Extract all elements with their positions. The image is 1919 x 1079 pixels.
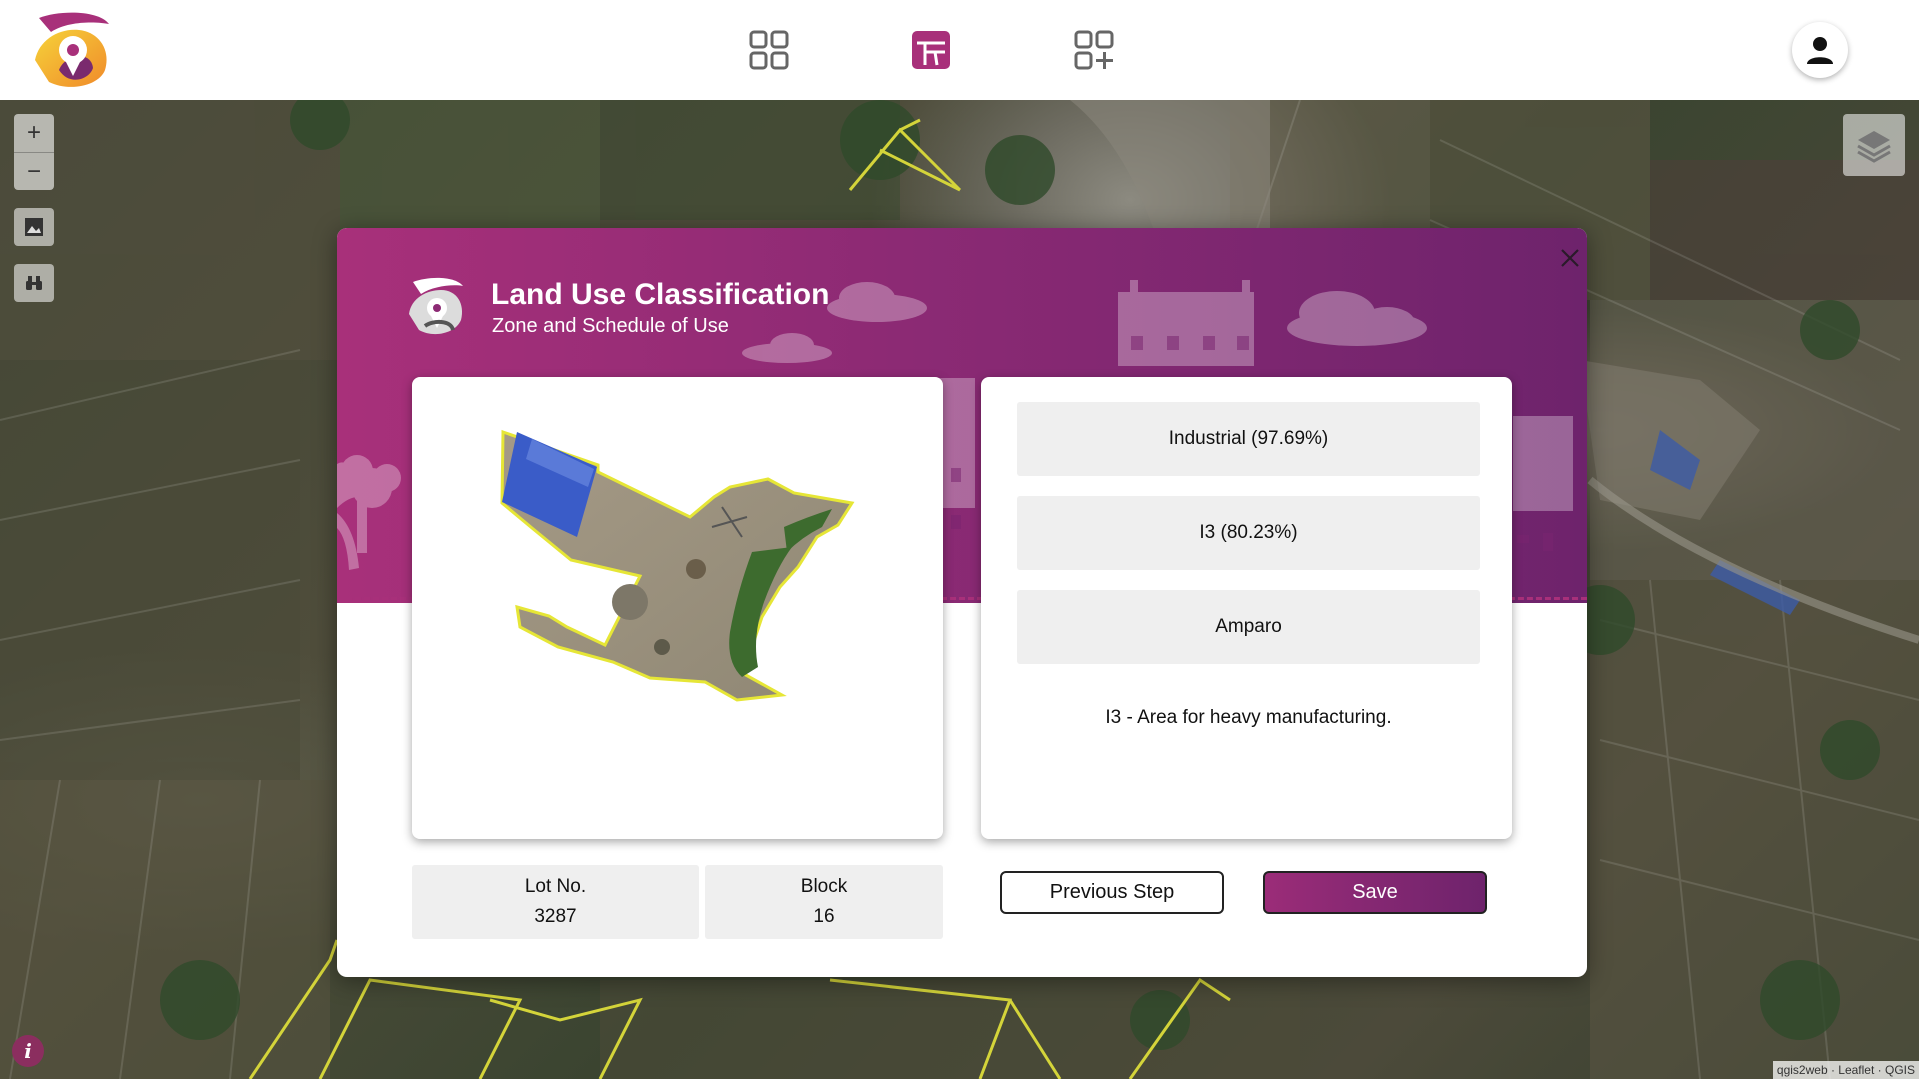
layers-control-button[interactable] [1843, 114, 1905, 176]
parcel-preview-card [412, 377, 943, 839]
close-icon [1561, 249, 1579, 267]
top-navbar [0, 0, 1919, 100]
parcel-image [500, 429, 855, 702]
block-label: Block [800, 876, 848, 897]
barangay-field: Amparo [1017, 590, 1480, 664]
grid-icon [749, 30, 789, 70]
close-modal-button[interactable] [1558, 246, 1582, 270]
block-value: 16 [813, 906, 835, 927]
modal-title: Land Use Classification [491, 278, 830, 311]
classification-details-card: Industrial (97.69%) I3 (80.23%) Amparo I… [981, 377, 1512, 839]
user-icon [1807, 37, 1833, 64]
screenshot-map-button[interactable] [14, 208, 54, 246]
lot-number-field: Lot No. 3287 [412, 865, 699, 939]
dashboard-nav-button[interactable] [744, 24, 794, 76]
layers-icon [1857, 131, 1891, 163]
land-use-nav-button[interactable] [906, 24, 956, 76]
block-field: Block 16 [705, 865, 943, 939]
land-use-icon [912, 31, 950, 69]
lot-number-label: Lot No. [524, 876, 587, 897]
zoom-out-button[interactable]: − [14, 152, 54, 190]
image-icon [25, 218, 43, 236]
zoom-in-button[interactable]: + [14, 114, 54, 152]
app-logo-icon[interactable] [29, 10, 115, 90]
land-use-modal: Land Use Classification Zone and Schedul… [337, 228, 1587, 977]
binoculars-icon [26, 276, 42, 290]
lot-number-value: 3287 [534, 906, 577, 927]
user-profile-button[interactable] [1792, 22, 1848, 78]
info-icon[interactable]: i [12, 1035, 44, 1067]
find-location-button[interactable] [14, 264, 54, 302]
modal-logo-icon [405, 276, 467, 338]
map-attribution[interactable]: qgis2web · Leaflet · QGIS [1772, 1061, 1919, 1079]
land-use-classification-field: Industrial (97.69%) [1017, 402, 1480, 476]
grid-plus-icon [1074, 30, 1114, 70]
zone-field: I3 (80.23%) [1017, 496, 1480, 570]
zoom-control: + − [14, 114, 54, 190]
add-parcel-nav-button[interactable] [1069, 24, 1119, 76]
previous-step-button[interactable]: Previous Step [1000, 871, 1224, 914]
zone-description: I3 - Area for heavy manufacturing. [1105, 707, 1392, 728]
save-button[interactable]: Save [1263, 871, 1487, 914]
modal-subtitle: Zone and Schedule of Use [492, 315, 729, 337]
